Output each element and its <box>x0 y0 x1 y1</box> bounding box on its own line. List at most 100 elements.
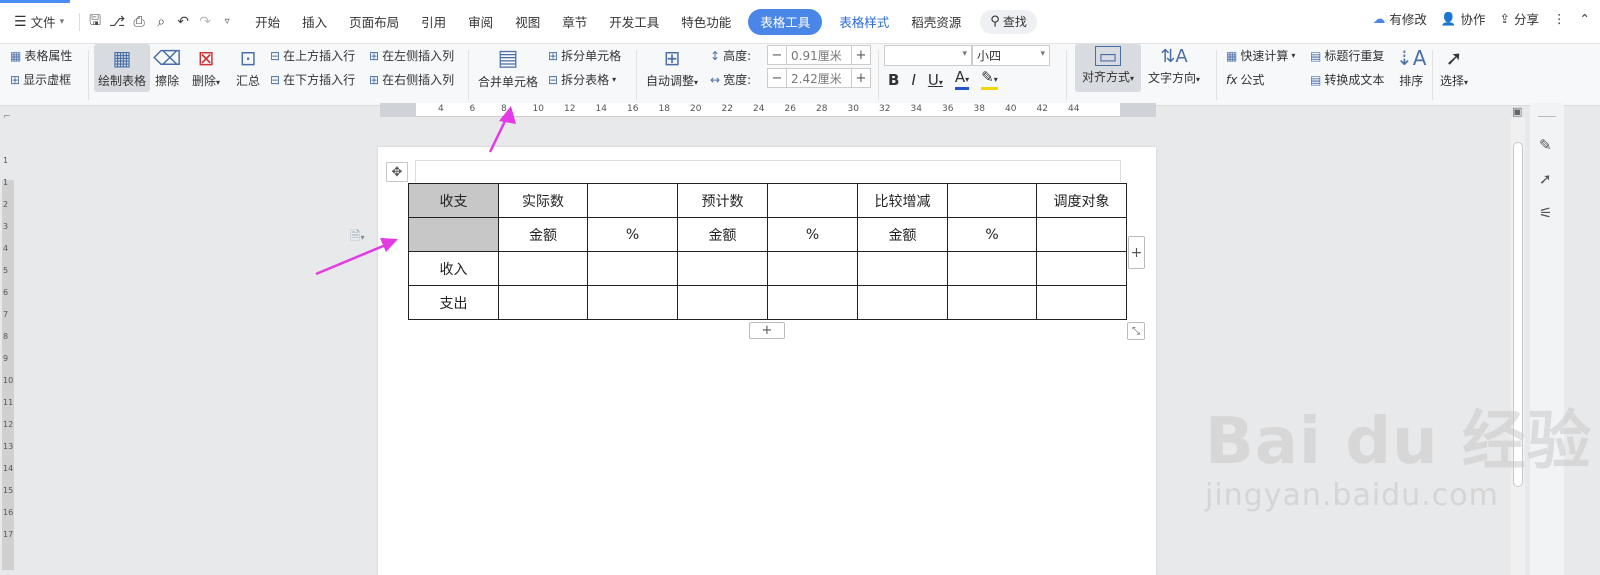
table-cell[interactable] <box>947 285 1037 320</box>
table-cell[interactable] <box>587 251 678 286</box>
table-cell[interactable] <box>498 285 588 320</box>
format-painter-icon[interactable]: ⎇ <box>106 11 128 33</box>
undo-icon[interactable]: ↶ <box>172 11 194 33</box>
paragraph-menu-icon[interactable]: 🗎▾ <box>350 227 364 249</box>
vertical-ruler[interactable]: 1 1 2 3 4 5 6 7 8 9 10 11 12 13 14 15 16 17 <box>0 118 14 575</box>
row-height-stepper[interactable]: − 0.91厘米 + <box>767 45 871 65</box>
split-table-button[interactable]: ⊟ 拆分表格 ▾ <box>548 71 616 88</box>
tab-insert[interactable]: 插入 <box>291 9 338 35</box>
table-cell[interactable]: 比较增减 <box>857 183 948 218</box>
draw-table-button[interactable]: ▦ 绘制表格 <box>94 44 150 92</box>
font-color-icon[interactable]: A▾ <box>954 70 970 90</box>
table-cell[interactable]: 预计数 <box>677 183 768 218</box>
tab-home[interactable]: 开始 <box>244 9 291 35</box>
tab-special[interactable]: 特色功能 <box>670 9 742 35</box>
increase-width-button[interactable]: + <box>852 71 870 86</box>
table-cell[interactable] <box>1036 285 1127 320</box>
share-button[interactable]: ⇪ 分享 <box>1500 9 1540 28</box>
table-cell[interactable] <box>677 285 768 320</box>
select-button[interactable]: ➚ 选择▾ <box>1440 46 1468 89</box>
tab-table-tools[interactable]: 表格工具 <box>748 8 823 35</box>
scroll-top-icon[interactable]: ▣ <box>1512 105 1522 118</box>
sort-button[interactable]: ⇣A 排序 <box>1396 46 1426 89</box>
table-cell[interactable] <box>947 251 1037 286</box>
table-cell[interactable] <box>947 183 1037 218</box>
tab-page-layout[interactable]: 页面布局 <box>338 9 410 35</box>
tab-developer[interactable]: 开发工具 <box>598 9 670 35</box>
table-cell[interactable] <box>1036 217 1127 252</box>
document-table[interactable]: 收支 实际数 预计数 比较增减 调度对象 金额% 金额% 金额% 收入 支出 <box>408 183 1127 320</box>
formula-button[interactable]: fx 公式 <box>1226 71 1264 88</box>
table-cell[interactable] <box>408 217 499 252</box>
tab-view[interactable]: 视图 <box>504 9 551 35</box>
tab-references[interactable]: 引用 <box>410 9 457 35</box>
add-column-button[interactable]: + <box>1128 236 1145 269</box>
more-icon[interactable]: ⋮ <box>1553 11 1566 26</box>
add-row-button[interactable]: + <box>749 322 785 339</box>
split-cells-button[interactable]: ⊞ 拆分单元格 <box>548 47 621 64</box>
table-cell[interactable]: 支出 <box>408 285 499 320</box>
insert-col-right-button[interactable]: ⊞ 在右侧插入列 <box>369 71 454 88</box>
decrease-height-button[interactable]: − <box>768 48 786 63</box>
table-cell[interactable] <box>677 251 768 286</box>
table-cell[interactable]: 金额 <box>677 217 768 252</box>
table-resize-handle[interactable]: ⤡ <box>1127 322 1145 340</box>
print-preview-icon[interactable]: ⌕ <box>150 11 172 33</box>
print-icon[interactable]: ⎙ <box>128 11 150 33</box>
summary-button[interactable]: ⊡ 汇总 <box>236 46 260 89</box>
table-cell[interactable]: 收支 <box>408 183 499 218</box>
table-cell[interactable]: 调度对象 <box>1036 183 1127 218</box>
underline-icon[interactable]: U▾ <box>928 71 943 89</box>
collaborate-button[interactable]: 👤 协作 <box>1441 9 1486 28</box>
table-cell[interactable] <box>587 183 678 218</box>
table-cell[interactable]: 金额 <box>498 217 588 252</box>
tab-review[interactable]: 审阅 <box>457 9 504 35</box>
row-height-input[interactable]: 0.91厘米 <box>786 46 852 64</box>
tab-section[interactable]: 章节 <box>551 9 598 35</box>
table-cell[interactable] <box>767 251 858 286</box>
tab-table-style[interactable]: 表格样式 <box>828 9 900 35</box>
table-cell[interactable]: % <box>587 217 678 252</box>
merge-cells-button[interactable]: ▤ 合并单元格 <box>478 46 538 90</box>
font-name-select[interactable]: ▾ <box>884 45 972 66</box>
increase-height-button[interactable]: + <box>852 48 870 63</box>
table-cell[interactable] <box>587 285 678 320</box>
tab-docer-resources[interactable]: 稻壳资源 <box>900 9 972 35</box>
auto-fit-button[interactable]: ⊞ 自动调整▾ <box>646 46 698 89</box>
table-cell[interactable]: 金额 <box>857 217 948 252</box>
pointer-icon[interactable]: ➚ <box>1539 170 1552 188</box>
settings-sliders-icon[interactable]: ⚟ <box>1539 204 1552 222</box>
file-menu[interactable]: ☰ 文件 ▾ <box>0 9 75 35</box>
bold-icon[interactable]: B <box>888 71 899 89</box>
font-size-select[interactable]: 小四 ▾ <box>972 45 1050 66</box>
customize-icon[interactable]: ▿ <box>216 11 238 33</box>
delete-button[interactable]: ⊠ 删除▾ <box>192 46 220 89</box>
insert-col-left-button[interactable]: ⊞ 在左侧插入列 <box>369 47 454 64</box>
decrease-width-button[interactable]: − <box>768 71 786 86</box>
col-width-stepper[interactable]: − 2.42厘米 + <box>767 68 871 88</box>
horizontal-ruler[interactable]: 4 6 8 10 12 14 16 18 20 22 24 26 28 30 32 34 36 38 40 42 44 <box>380 103 1156 117</box>
modified-button[interactable]: ☁ 有修改 <box>1373 9 1427 28</box>
repeat-header-button[interactable]: ▤ 标题行重复 <box>1310 47 1384 64</box>
pen-icon[interactable]: ✎ <box>1539 136 1552 154</box>
search-box[interactable]: ⚲ 查找 <box>980 9 1037 34</box>
table-cell[interactable] <box>857 251 948 286</box>
show-gridlines-button[interactable]: ⊞ 显示虚框 <box>10 71 71 88</box>
table-cell[interactable] <box>767 183 858 218</box>
quick-calc-button[interactable]: ▦ 快速计算 ▾ <box>1226 47 1295 64</box>
erase-button[interactable]: ⌫ 擦除 <box>153 46 181 89</box>
save-icon[interactable]: 🖫 <box>84 11 106 33</box>
redo-icon[interactable]: ↷ <box>194 11 216 33</box>
col-width-input[interactable]: 2.42厘米 <box>786 69 852 87</box>
align-button[interactable]: ▭ 对齐方式▾ <box>1075 44 1141 92</box>
collapse-icon[interactable]: ⌃ <box>1580 11 1590 26</box>
table-cell[interactable]: 收入 <box>408 251 499 286</box>
text-direction-button[interactable]: ⇅A 文字方向▾ <box>1148 46 1200 86</box>
table-cell[interactable]: 实际数 <box>498 183 588 218</box>
table-move-handle[interactable]: ✥ <box>386 162 408 182</box>
table-cell[interactable] <box>498 251 588 286</box>
insert-row-below-button[interactable]: ⊟ 在下方插入行 <box>270 71 355 88</box>
italic-icon[interactable]: I <box>911 71 915 89</box>
table-cell[interactable] <box>857 285 948 320</box>
insert-row-above-button[interactable]: ⊟ 在上方插入行 <box>270 47 355 64</box>
